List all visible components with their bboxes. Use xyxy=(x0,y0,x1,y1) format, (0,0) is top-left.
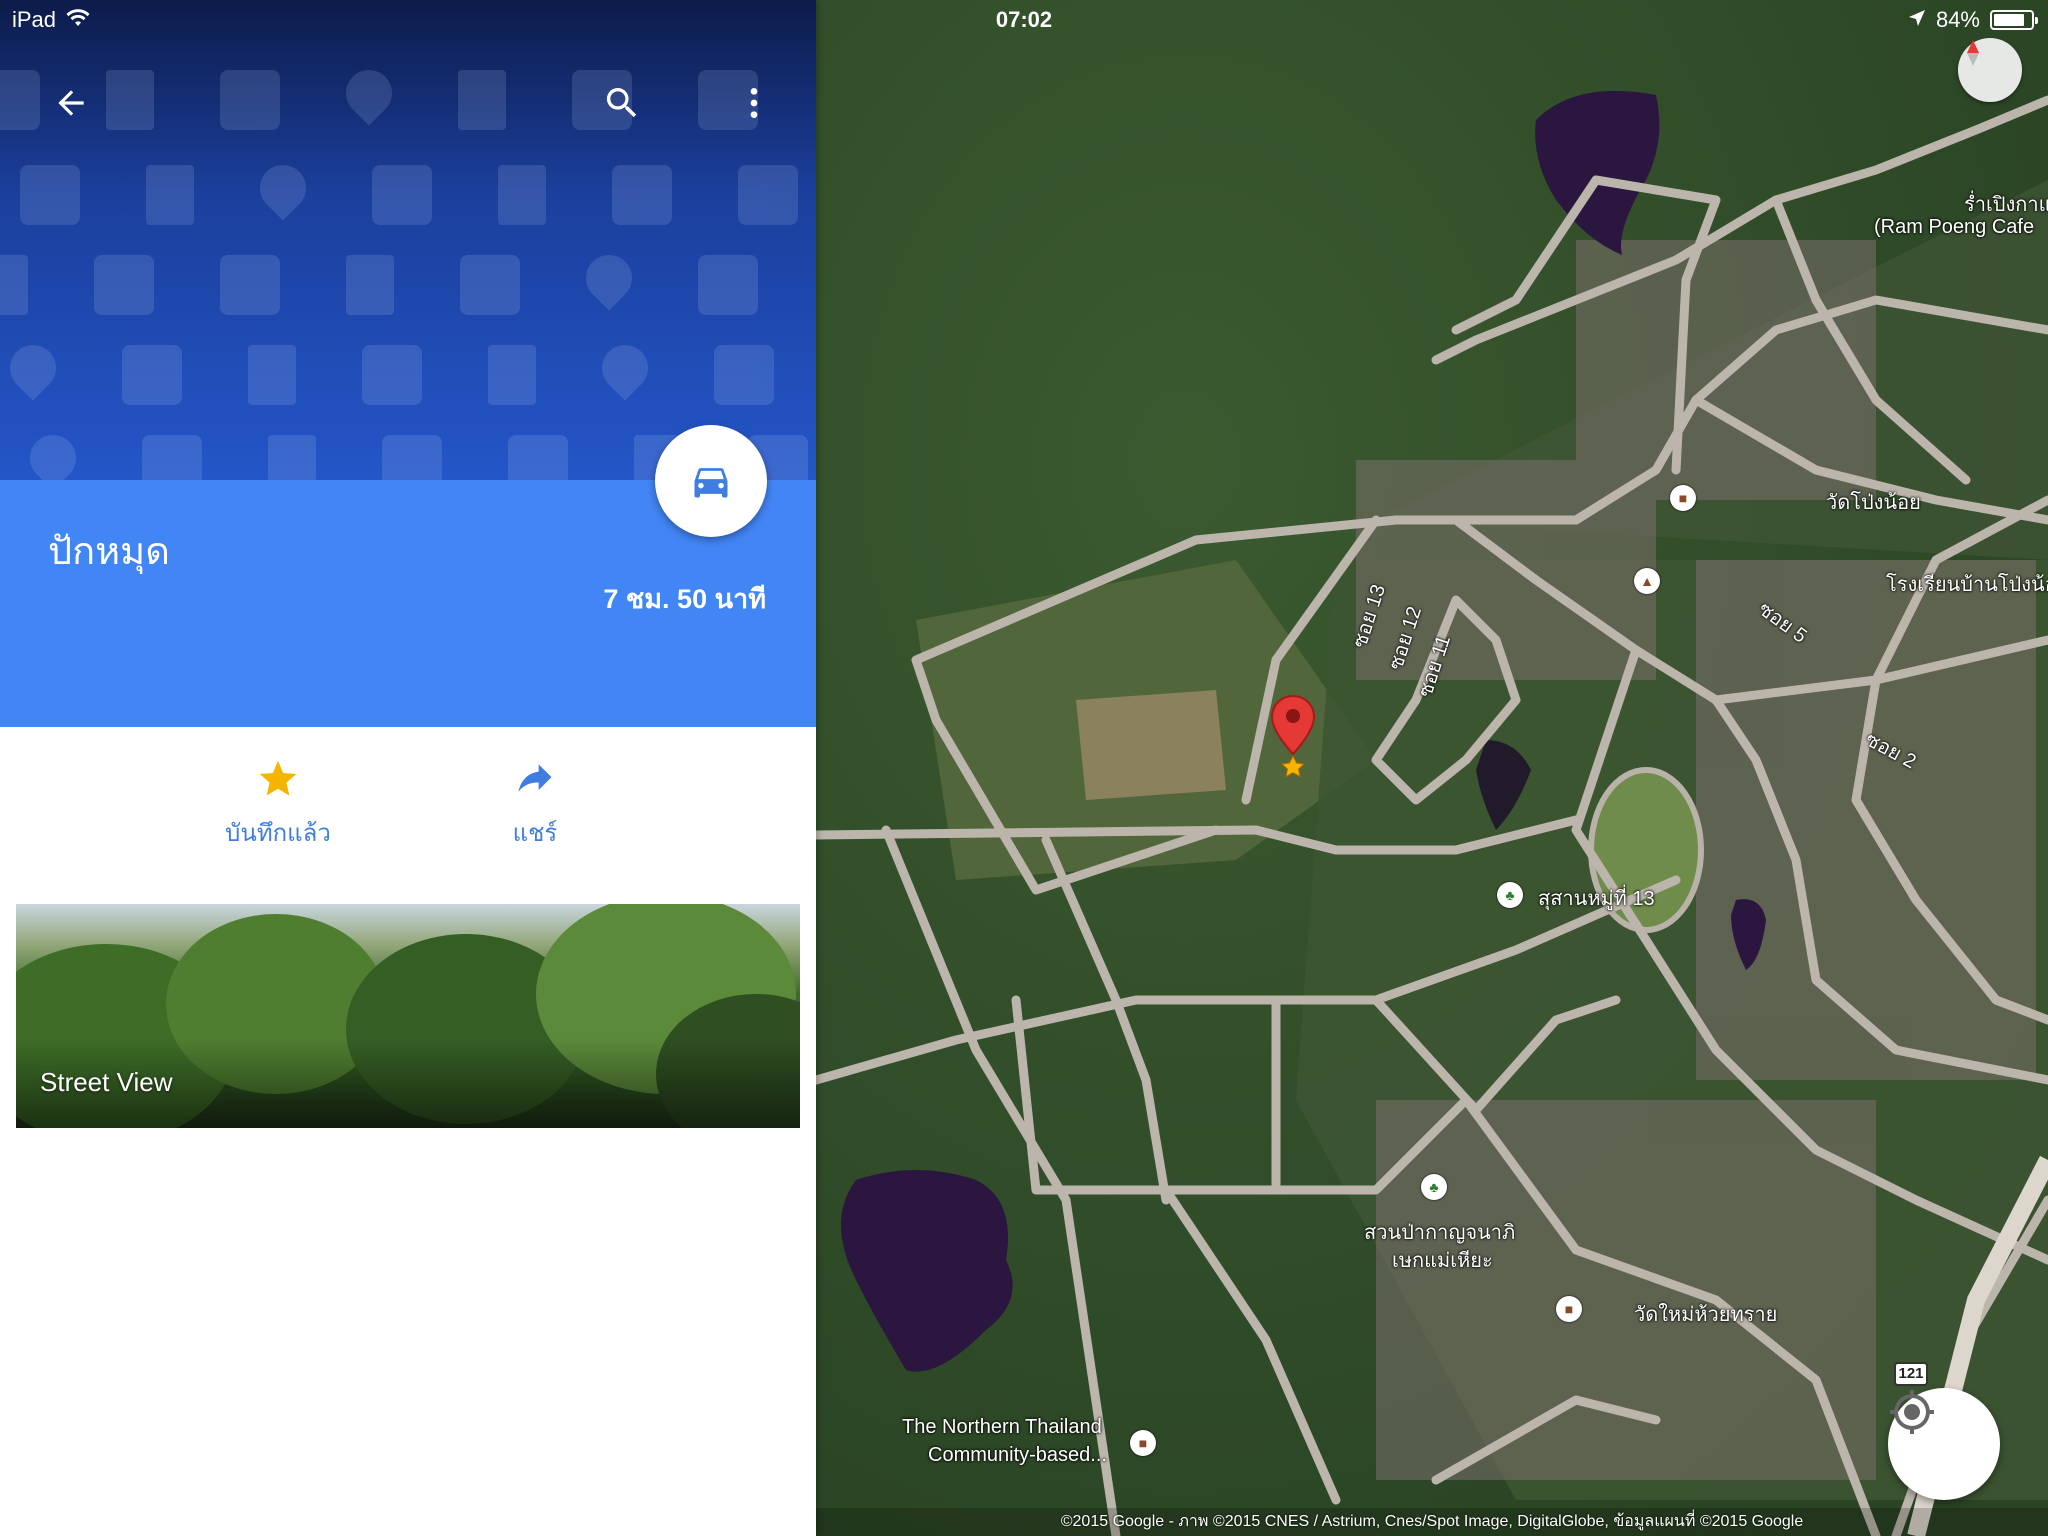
wifi-icon xyxy=(66,7,90,33)
route-shield: 121 xyxy=(1894,1362,1928,1386)
status-bar: iPad 07:02 84% xyxy=(0,0,2048,40)
street-view-label: Street View xyxy=(40,1067,173,1097)
more-vert-icon xyxy=(750,88,758,118)
my-location-button[interactable] xyxy=(1888,1388,2000,1500)
share-label: แชร์ xyxy=(512,820,558,847)
tree-icon[interactable]: ♣ xyxy=(1421,1174,1447,1200)
saved-button[interactable]: บันทึกแล้ว xyxy=(188,757,368,852)
share-button[interactable]: แชร์ xyxy=(445,757,625,852)
school-icon[interactable]: ▲ xyxy=(1634,568,1660,594)
car-icon xyxy=(694,468,728,498)
directions-button[interactable] xyxy=(655,425,767,537)
map-label-northern-line1[interactable]: The Northern Thailand xyxy=(902,1416,1102,1439)
saved-label: บันทึกแล้ว xyxy=(225,820,331,847)
map-label-wat-pong-noi[interactable]: วัดโป่งน้อย xyxy=(1826,486,1921,518)
search-button[interactable] xyxy=(587,68,657,138)
tree-icon[interactable]: ♣ xyxy=(1497,882,1523,908)
arrow-back-icon xyxy=(58,90,84,116)
street-view-thumbnail[interactable]: Street View xyxy=(16,904,800,1128)
map-pin-icon[interactable] xyxy=(1270,694,1316,784)
place-panel: ปักหมุด 7 ชม. 50 นาที บันทึกแล้ว แชร์ St… xyxy=(0,0,816,1536)
map-label-northern-line2[interactable]: Community-based... xyxy=(928,1444,1107,1467)
star-icon xyxy=(259,760,297,796)
map-label-cemetery[interactable]: สุสานหมู่ที่ 13 xyxy=(1538,882,1655,914)
compass-button[interactable] xyxy=(1958,38,2022,102)
map-label-cafe-en[interactable]: (Ram Poeng Cafe xyxy=(1874,216,2034,239)
status-left: iPad xyxy=(12,7,90,33)
map-label-wat-mai[interactable]: วัดใหม่ห้วยทราย xyxy=(1634,1298,1777,1330)
share-icon xyxy=(518,764,552,792)
place-icon[interactable]: ■ xyxy=(1130,1430,1156,1456)
map-copyright: ©2015 Google - ภาพ ©2015 CNES / Astrium,… xyxy=(816,1508,2048,1536)
place-of-worship-icon[interactable]: ■ xyxy=(1556,1296,1582,1322)
clock: 07:02 xyxy=(995,7,1053,32)
location-arrow-icon xyxy=(1908,7,1926,33)
map-label-park-line2[interactable]: เษกแม่เหียะ xyxy=(1392,1244,1493,1276)
satellite-map[interactable]: ■ ▲ ♣ ♣ ■ ■ 121 ร่ำเปิงกาแฟ (Ram Poeng C… xyxy=(816,0,2048,1536)
battery-level xyxy=(1994,14,2025,26)
place-title: ปักหมุด xyxy=(48,531,170,573)
back-button[interactable] xyxy=(36,68,106,138)
toolbar xyxy=(0,68,816,138)
compass-icon xyxy=(1967,40,1979,66)
action-bar: บันทึกแล้ว แชร์ xyxy=(0,727,816,877)
map-label-school[interactable]: โรงเรียนบ้านโป่งน้อย xyxy=(1886,568,2048,600)
map-imagery xyxy=(816,0,2048,1536)
battery-percent: 84% xyxy=(1935,7,1980,32)
my-location-icon xyxy=(1890,1390,1934,1434)
status-right: 84% xyxy=(1908,7,2038,33)
battery-icon xyxy=(1990,10,2038,30)
travel-time: 7 ชม. 50 นาที xyxy=(603,584,766,614)
place-of-worship-icon[interactable]: ■ xyxy=(1670,485,1696,511)
search-icon xyxy=(606,88,637,118)
device-name: iPad xyxy=(12,7,57,32)
more-options-button[interactable] xyxy=(719,68,789,138)
